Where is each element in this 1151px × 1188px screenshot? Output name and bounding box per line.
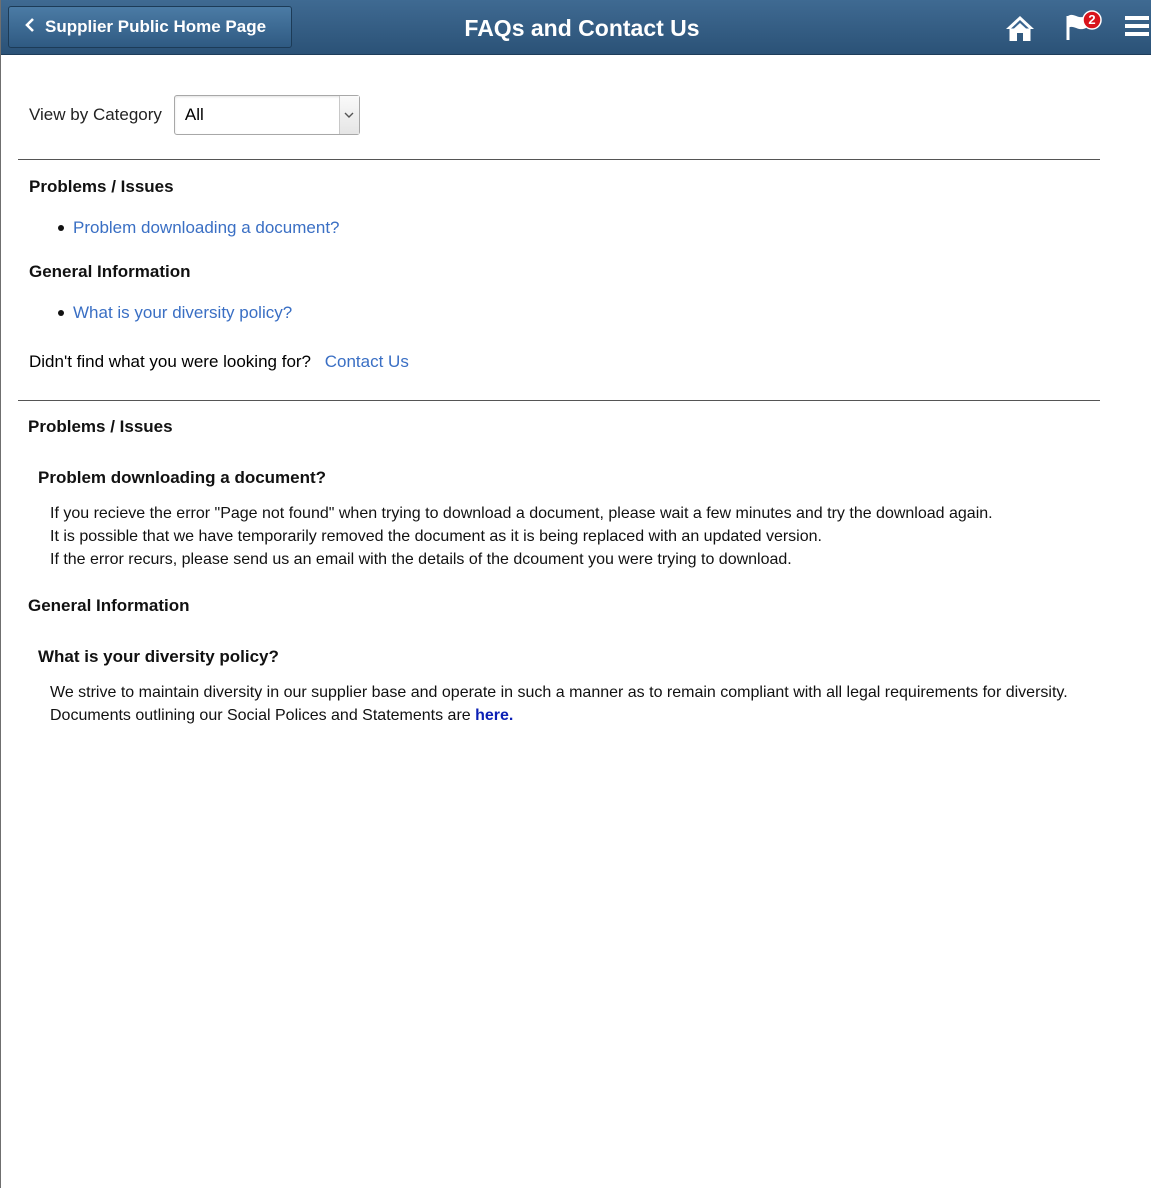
faq-question-link[interactable]: What is your diversity policy? [73, 303, 292, 323]
divider [18, 400, 1100, 401]
contact-us-link[interactable]: Contact Us [325, 352, 409, 371]
contact-row: Didn't find what you were looking for? C… [29, 352, 409, 372]
faq-answer: We strive to maintain diversity in our s… [50, 681, 1080, 727]
answer-line: It is possible that we have temporarily … [50, 528, 822, 545]
index-category-heading: General Information [29, 262, 191, 281]
divider [18, 159, 1100, 160]
faq-question-heading: What is your diversity policy? [38, 647, 279, 666]
index-category-heading: Problems / Issues [29, 177, 174, 196]
policy-documents-link[interactable]: here. [475, 707, 513, 724]
bullet-icon [58, 310, 64, 316]
faq-question-link[interactable]: Problem downloading a document? [73, 218, 340, 238]
answer-line: If you recieve the error "Page not found… [50, 505, 993, 522]
category-filter-label: View by Category [29, 105, 162, 124]
home-icon[interactable] [1005, 14, 1035, 42]
category-select[interactable]: All [173, 95, 360, 135]
category-select-value: All [184, 105, 204, 124]
not-found-text: Didn't find what you were looking for? [29, 352, 312, 371]
chevron-down-icon[interactable] [338, 96, 359, 134]
faq-question-heading: Problem downloading a document? [38, 468, 327, 487]
answer-text: We strive to maintain diversity in our s… [50, 684, 1068, 724]
faq-answer: If you recieve the error "Page not found… [50, 502, 1080, 571]
notification-count-badge: 2 [1088, 12, 1096, 27]
list-item: Problem downloading a document? [58, 218, 340, 238]
notifications-button[interactable]: 2 [1064, 10, 1104, 42]
page-title: FAQs and Contact Us [464, 15, 700, 41]
list-item: What is your diversity policy? [58, 303, 292, 323]
detail-category-heading: General Information [28, 596, 190, 615]
page: Supplier Public Home Page FAQs and Conta… [0, 0, 1151, 1188]
bullet-icon [58, 225, 64, 231]
page-header: Supplier Public Home Page FAQs and Conta… [1, 0, 1151, 55]
category-filter: View by Category All [29, 95, 360, 135]
answer-line: If the error recurs, please send us an e… [50, 551, 792, 568]
hamburger-menu-icon[interactable] [1125, 15, 1149, 37]
detail-category-heading: Problems / Issues [28, 417, 173, 436]
